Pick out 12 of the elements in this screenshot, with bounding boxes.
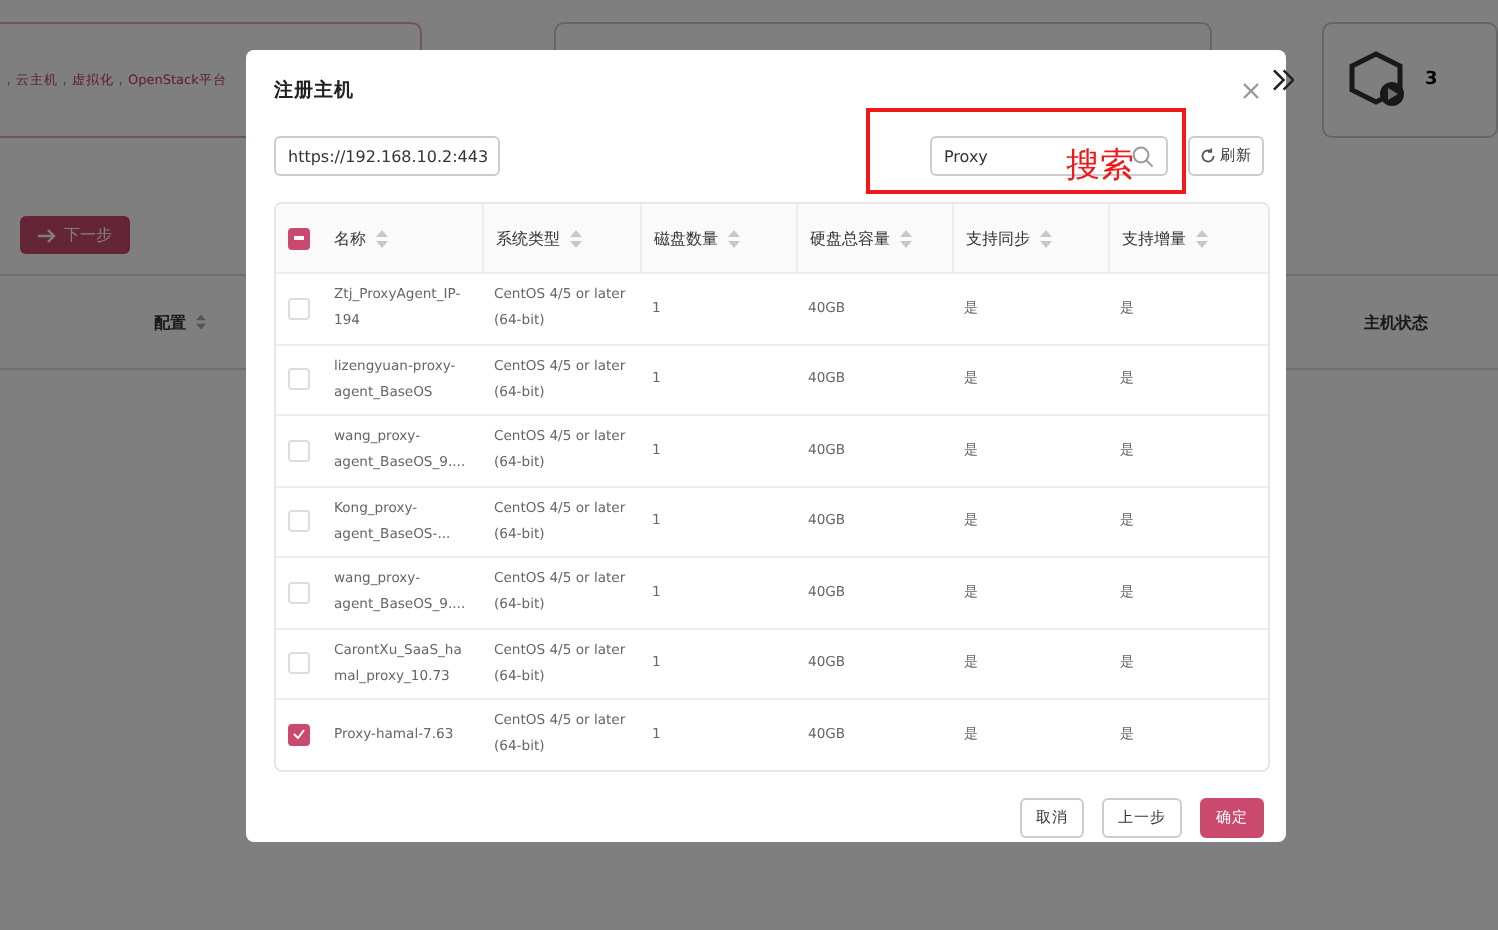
column-header[interactable]: 支持增量 [1122, 225, 1186, 251]
dialog-title: 注册主机 [274, 77, 354, 103]
column-header[interactable]: 配置 [154, 311, 186, 333]
column-header[interactable]: 主机状态 [1364, 311, 1428, 333]
column-header[interactable]: 名称 [334, 225, 366, 251]
step-card[interactable]: 3 [1322, 22, 1498, 138]
column-header[interactable]: 磁盘数量 [654, 225, 718, 251]
endpoint-select[interactable]: https://192.168.10.2:443 [274, 136, 500, 176]
column-header[interactable]: 硬盘总容量 [810, 225, 890, 251]
step-number: 3 [1424, 70, 1438, 90]
column-header[interactable]: 系统类型 [496, 225, 560, 251]
column-header[interactable]: 支持同步 [966, 225, 1030, 251]
